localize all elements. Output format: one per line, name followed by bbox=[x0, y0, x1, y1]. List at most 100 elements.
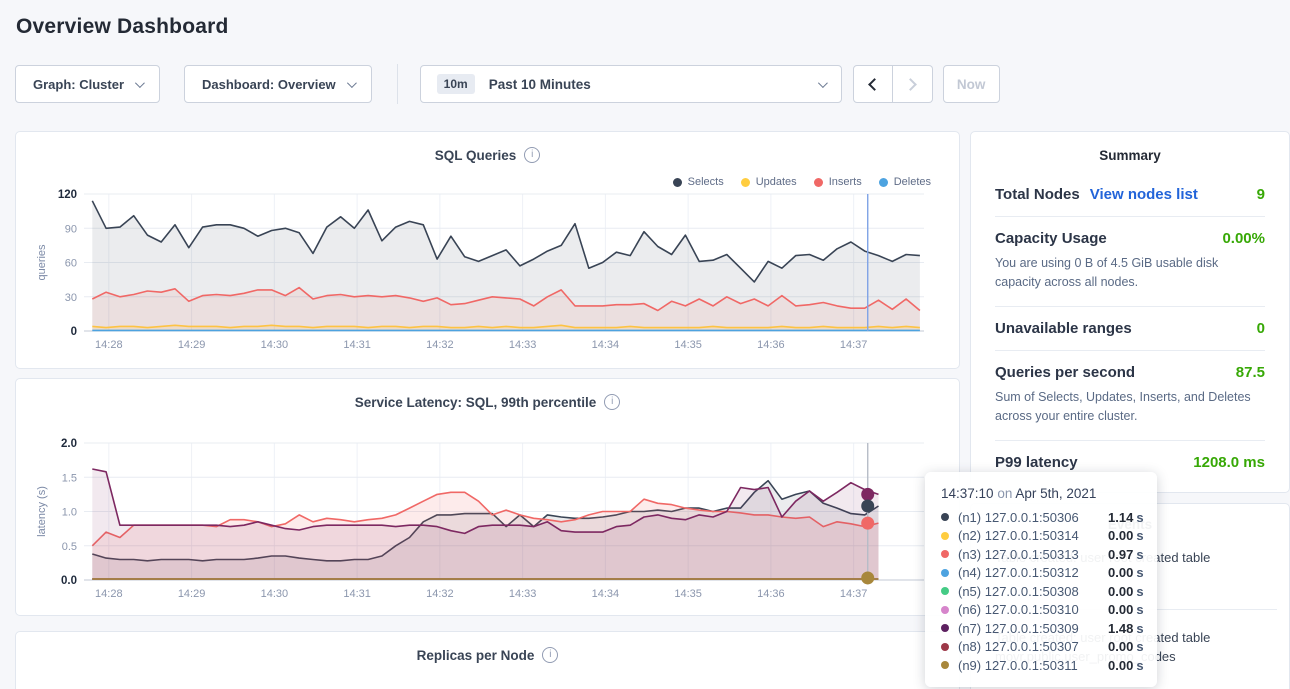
summary-row-capacity: Capacity Usage 0.00% You are using 0 B o… bbox=[995, 217, 1265, 306]
now-button[interactable]: Now bbox=[943, 65, 1000, 103]
svg-text:14:31: 14:31 bbox=[343, 588, 371, 600]
toolbar-divider bbox=[397, 64, 398, 104]
svg-text:90: 90 bbox=[65, 223, 77, 235]
svg-text:30: 30 bbox=[65, 292, 77, 304]
dashboard-dropdown[interactable]: Dashboard: Overview bbox=[184, 65, 372, 103]
svg-text:14:28: 14:28 bbox=[95, 588, 123, 600]
sql-queries-chart[interactable]: 14:2814:2914:3014:3114:3214:3314:3414:35… bbox=[34, 184, 939, 356]
summary-label: P99 latency bbox=[995, 454, 1078, 471]
node-latency-value: 0.00 bbox=[1108, 528, 1133, 543]
summary-panel: Summary Total Nodes View nodes list 9 Ca… bbox=[970, 131, 1290, 493]
summary-value: 0 bbox=[1257, 320, 1265, 337]
node-latency-unit: s bbox=[1136, 584, 1143, 599]
svg-text:14:36: 14:36 bbox=[757, 588, 785, 600]
svg-text:120: 120 bbox=[58, 189, 77, 201]
summary-row-unavailable-ranges: Unavailable ranges 0 bbox=[995, 307, 1265, 350]
node-address: (n3) 127.0.0.1:50313 bbox=[958, 547, 1108, 562]
svg-text:14:32: 14:32 bbox=[426, 588, 454, 600]
svg-text:14:36: 14:36 bbox=[757, 339, 785, 351]
time-range-dropdown[interactable]: 10m Past 10 Minutes bbox=[420, 65, 842, 103]
node-color-dot bbox=[941, 550, 949, 558]
node-address: (n8) 127.0.0.1:50307 bbox=[958, 639, 1108, 654]
service-latency-chart[interactable]: 14:2814:2914:3014:3114:3214:3314:3414:35… bbox=[34, 433, 939, 605]
summary-subtext: You are using 0 B of 4.5 GiB usable disk… bbox=[995, 254, 1265, 293]
tooltip-rows: (n1) 127.0.0.1:503061.14s(n2) 127.0.0.1:… bbox=[941, 508, 1143, 675]
node-color-dot bbox=[941, 643, 949, 651]
node-color-dot bbox=[941, 661, 949, 669]
info-icon[interactable]: i bbox=[524, 147, 540, 163]
hover-dot bbox=[861, 488, 874, 501]
svg-text:0.5: 0.5 bbox=[62, 541, 77, 553]
tooltip-timestamp: 14:37:10 on Apr 5th, 2021 bbox=[941, 486, 1143, 501]
time-range-badge: 10m bbox=[437, 74, 475, 94]
chevron-left-icon bbox=[868, 78, 881, 91]
view-nodes-link[interactable]: View nodes list bbox=[1090, 186, 1198, 203]
node-color-dot bbox=[941, 587, 949, 595]
summary-title: Summary bbox=[995, 146, 1265, 173]
info-icon[interactable]: i bbox=[604, 394, 620, 410]
svg-text:queries: queries bbox=[36, 244, 48, 281]
node-color-dot bbox=[941, 606, 949, 614]
node-latency-unit: s bbox=[1136, 565, 1143, 580]
info-icon[interactable]: i bbox=[542, 647, 558, 663]
node-address: (n5) 127.0.0.1:50308 bbox=[958, 584, 1108, 599]
summary-label: Total Nodes bbox=[995, 186, 1080, 203]
charts-column: SQL Queries i SelectsUpdatesInsertsDelet… bbox=[15, 131, 960, 689]
node-address: (n4) 127.0.0.1:50312 bbox=[958, 565, 1108, 580]
toolbar: Graph: Cluster Dashboard: Overview 10m P… bbox=[0, 65, 1290, 103]
time-next-button[interactable] bbox=[893, 65, 933, 103]
node-color-dot bbox=[941, 624, 949, 632]
node-address: (n7) 127.0.0.1:50309 bbox=[958, 621, 1108, 636]
node-latency-value: 1.48 bbox=[1108, 621, 1133, 636]
svg-text:14:33: 14:33 bbox=[509, 588, 537, 600]
sql-queries-panel: SQL Queries i SelectsUpdatesInsertsDelet… bbox=[15, 131, 960, 369]
chart-tooltip: 14:37:10 on Apr 5th, 2021 (n1) 127.0.0.1… bbox=[925, 472, 1157, 687]
node-address: (n6) 127.0.0.1:50310 bbox=[958, 602, 1108, 617]
node-latency-unit: s bbox=[1136, 639, 1143, 654]
node-latency-value: 0.00 bbox=[1108, 565, 1133, 580]
node-address: (n1) 127.0.0.1:50306 bbox=[958, 510, 1108, 525]
tooltip-row-n9: (n9) 127.0.0.1:503110.00s bbox=[941, 656, 1143, 675]
summary-row-total-nodes: Total Nodes View nodes list 9 bbox=[995, 173, 1265, 216]
svg-text:14:32: 14:32 bbox=[426, 339, 454, 351]
chart-header: Service Latency: SQL, 99th percentile i bbox=[16, 379, 959, 410]
node-color-dot bbox=[941, 532, 949, 540]
svg-text:0.0: 0.0 bbox=[61, 575, 77, 587]
summary-label: Capacity Usage bbox=[995, 230, 1107, 247]
svg-text:14:28: 14:28 bbox=[95, 339, 123, 351]
tooltip-date: Apr 5th, 2021 bbox=[1015, 486, 1096, 501]
graph-dropdown[interactable]: Graph: Cluster bbox=[15, 65, 160, 103]
node-latency-unit: s bbox=[1136, 510, 1143, 525]
summary-value: 1208.0 ms bbox=[1193, 454, 1265, 471]
node-latency-value: 1.14 bbox=[1108, 510, 1133, 525]
chevron-right-icon bbox=[904, 78, 917, 91]
node-latency-value: 0.00 bbox=[1108, 584, 1133, 599]
node-color-dot bbox=[941, 569, 949, 577]
svg-text:14:30: 14:30 bbox=[261, 339, 289, 351]
chevron-down-icon bbox=[347, 78, 357, 88]
dashboard-dropdown-label: Dashboard: Overview bbox=[202, 77, 336, 92]
chart-title: Service Latency: SQL, 99th percentile bbox=[355, 395, 597, 410]
tooltip-time: 14:37:10 bbox=[941, 486, 994, 501]
overview-dashboard-page: Overview Dashboard Graph: Cluster Dashbo… bbox=[0, 0, 1290, 689]
time-step-buttons bbox=[853, 65, 933, 103]
svg-text:14:31: 14:31 bbox=[343, 339, 371, 351]
tooltip-row-n1: (n1) 127.0.0.1:503061.14s bbox=[941, 508, 1143, 527]
node-latency-value: 0.97 bbox=[1108, 547, 1133, 562]
tooltip-row-n8: (n8) 127.0.0.1:503070.00s bbox=[941, 638, 1143, 657]
hover-dot bbox=[861, 500, 874, 513]
time-prev-button[interactable] bbox=[853, 65, 893, 103]
svg-text:1.0: 1.0 bbox=[62, 507, 77, 519]
tooltip-row-n3: (n3) 127.0.0.1:503130.97s bbox=[941, 545, 1143, 564]
svg-text:14:34: 14:34 bbox=[592, 588, 620, 600]
chart-title: Replicas per Node bbox=[417, 648, 535, 663]
node-address: (n9) 127.0.0.1:50311 bbox=[958, 658, 1108, 673]
summary-row-qps: Queries per second 87.5 Sum of Selects, … bbox=[995, 351, 1265, 440]
tooltip-row-n2: (n2) 127.0.0.1:503140.00s bbox=[941, 527, 1143, 546]
node-latency-unit: s bbox=[1136, 547, 1143, 562]
node-latency-unit: s bbox=[1136, 602, 1143, 617]
node-latency-unit: s bbox=[1136, 528, 1143, 543]
tooltip-row-n7: (n7) 127.0.0.1:503091.48s bbox=[941, 619, 1143, 638]
svg-text:60: 60 bbox=[65, 258, 77, 270]
svg-text:0: 0 bbox=[71, 326, 77, 338]
